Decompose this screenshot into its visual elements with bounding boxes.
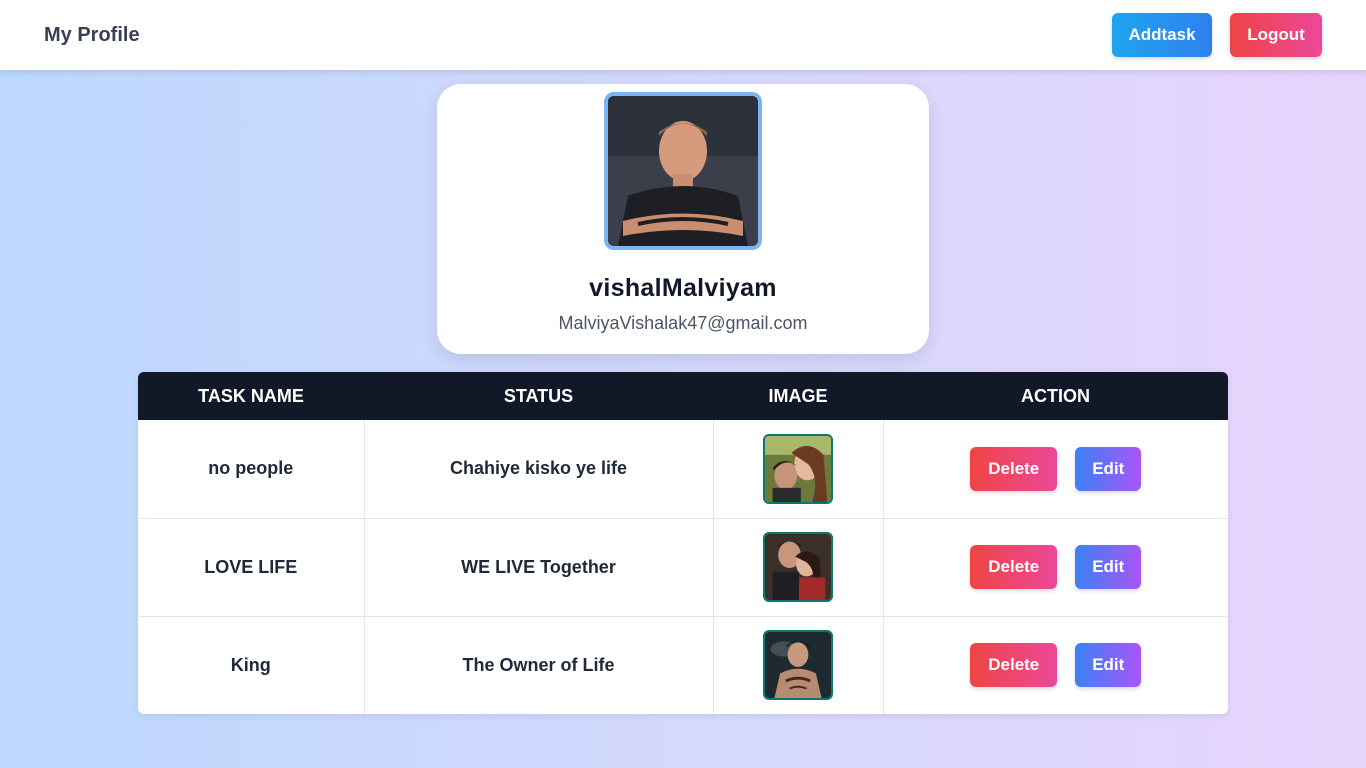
edit-button[interactable]: Edit <box>1075 643 1142 688</box>
image-cell <box>713 518 884 616</box>
action-cell: Delete Edit <box>883 616 1228 714</box>
image-cell <box>713 420 884 518</box>
delete-button[interactable]: Delete <box>970 446 1058 491</box>
task-image-icon <box>763 630 833 701</box>
action-cell: Delete Edit <box>883 420 1228 518</box>
profile-username: vishalMalviyam <box>589 274 777 302</box>
table-header-row: TASK NAME STATUS IMAGE ACTION <box>138 372 1228 420</box>
status-cell: WE LIVE Together <box>364 518 714 616</box>
column-header-task-name: TASK NAME <box>198 385 304 406</box>
profile-email: MalviyaVishalak47@gmail.com <box>558 313 808 333</box>
status-cell: The Owner of Life <box>364 616 714 714</box>
table-row: King The Owner of Life Delete Edit <box>138 616 1228 714</box>
column-header-status: STATUS <box>503 385 574 406</box>
task-name-cell: LOVE LIFE <box>138 518 365 616</box>
column-header-image: IMAGE <box>768 385 828 406</box>
task-table: TASK NAME STATUS IMAGE ACTION no people … <box>138 372 1228 714</box>
top-navbar: My Profile Addtask Logout <box>0 0 1366 70</box>
task-name-cell: King <box>138 616 365 714</box>
task-image-icon <box>763 532 833 602</box>
task-name-cell: no people <box>138 420 365 518</box>
nav-actions: Addtask Logout <box>1112 13 1322 57</box>
delete-button[interactable]: Delete <box>970 545 1058 589</box>
addtask-button[interactable]: Addtask <box>1112 13 1212 57</box>
column-header-action: ACTION <box>1021 385 1090 406</box>
status-cell: Chahiye kisko ye life <box>364 420 714 518</box>
profile-photo-icon <box>608 96 758 246</box>
profile-card: vishalMalviyam MalviyaVishalak47@gmail.c… <box>437 84 929 354</box>
avatar <box>604 92 762 250</box>
delete-button[interactable]: Delete <box>970 643 1058 688</box>
page-title: My Profile <box>44 23 140 46</box>
edit-button[interactable]: Edit <box>1075 545 1142 589</box>
logout-button[interactable]: Logout <box>1230 13 1322 57</box>
table-row: LOVE LIFE WE LIVE Together Delete Edit <box>138 518 1228 616</box>
task-image-icon <box>763 433 833 504</box>
edit-button[interactable]: Edit <box>1075 446 1142 491</box>
action-cell: Delete Edit <box>883 518 1228 616</box>
image-cell <box>713 616 884 714</box>
table-row: no people Chahiye kisko ye life Delete E… <box>138 420 1228 518</box>
